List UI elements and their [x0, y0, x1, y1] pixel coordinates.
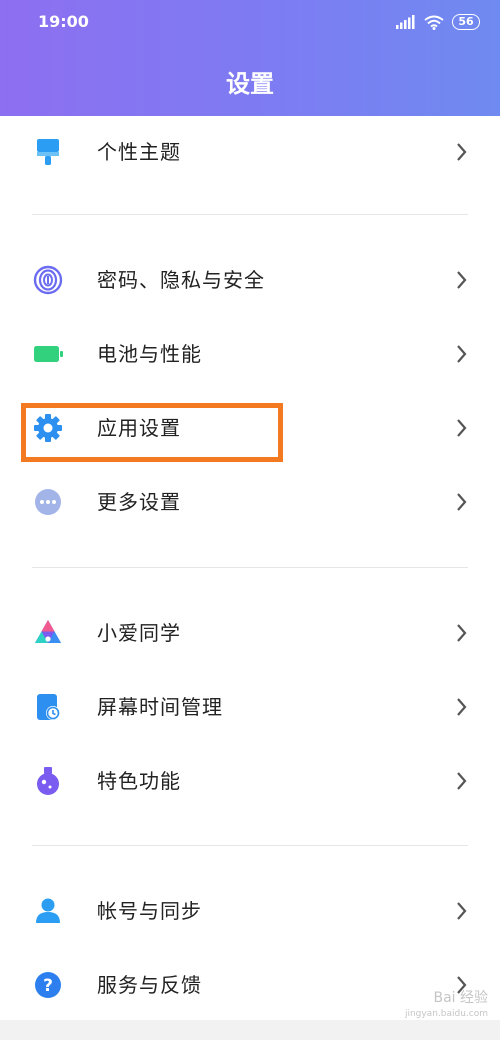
settings-item-label: 密码、隐私与安全	[97, 268, 265, 292]
chevron-right-icon	[457, 419, 467, 437]
watermark-text: Bai 经验	[433, 990, 488, 1006]
settings-item-label: 帐号与同步	[97, 899, 202, 923]
svg-text:?: ?	[43, 976, 53, 996]
chevron-right-icon	[457, 902, 467, 920]
account-icon	[36, 898, 60, 923]
settings-item-account[interactable]: 帐号与同步	[0, 875, 500, 947]
settings-item-theme[interactable]: 个性主题	[0, 116, 500, 188]
settings-item-more[interactable]: 更多设置	[0, 466, 500, 538]
screen-time-icon	[37, 694, 60, 720]
settings-item-privacy[interactable]: 密码、隐私与安全	[0, 244, 500, 316]
settings-item-label: 服务与反馈	[97, 973, 202, 997]
divider	[32, 845, 468, 846]
watermark: Bai 经验 jingyan.baidu.com	[405, 990, 488, 1022]
fingerprint-icon	[33, 265, 63, 295]
divider	[32, 567, 468, 568]
page-title: 设置	[226, 70, 274, 98]
settings-item-battery[interactable]: 电池与性能	[0, 318, 500, 390]
wifi-icon	[424, 15, 444, 30]
status-time: 19:00	[38, 12, 89, 31]
header: 19:00 56 设置	[0, 0, 500, 116]
theme-brush-icon	[37, 139, 59, 165]
chevron-right-icon	[457, 143, 467, 161]
battery-icon	[34, 346, 63, 362]
settings-item-label: 个性主题	[97, 140, 181, 164]
highlight-box	[21, 403, 283, 462]
settings-item-label: 更多设置	[97, 490, 181, 514]
settings-item-label: 屏幕时间管理	[97, 695, 223, 719]
battery-indicator: 56	[452, 14, 480, 30]
chevron-right-icon	[457, 698, 467, 716]
flask-icon	[37, 767, 59, 795]
signal-icon	[396, 15, 415, 29]
settings-item-label: 电池与性能	[97, 342, 202, 366]
settings-item-features[interactable]: 特色功能	[0, 745, 500, 817]
settings-item-label: 特色功能	[97, 769, 181, 793]
divider	[32, 214, 468, 215]
settings-item-label: 小爱同学	[97, 621, 181, 645]
status-bar: 19:00 56	[0, 0, 500, 44]
chevron-right-icon	[457, 624, 467, 642]
status-icons: 56	[396, 12, 480, 32]
chevron-right-icon	[457, 493, 467, 511]
more-dots-icon	[35, 489, 61, 515]
bottom-strip	[0, 1020, 500, 1040]
chevron-right-icon	[457, 345, 467, 363]
chevron-right-icon	[457, 772, 467, 790]
chevron-right-icon	[457, 271, 467, 289]
xiaoai-icon	[35, 620, 61, 643]
settings-item-screen-time[interactable]: 屏幕时间管理	[0, 671, 500, 743]
settings-item-xiaoai[interactable]: 小爱同学	[0, 597, 500, 669]
help-icon: ?	[35, 972, 61, 998]
